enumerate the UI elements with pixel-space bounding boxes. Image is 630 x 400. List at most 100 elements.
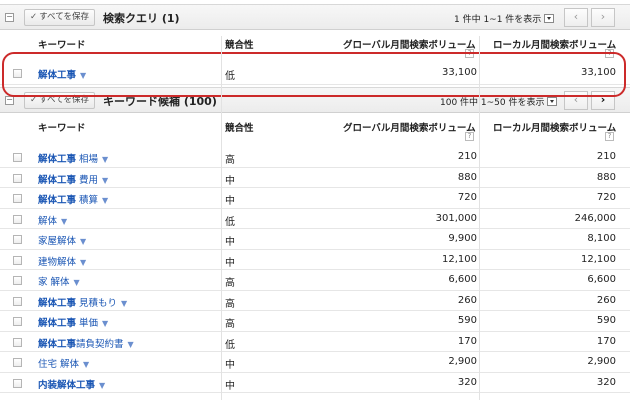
page-size-dropdown[interactable] <box>547 97 558 106</box>
competition-value: 高 <box>225 278 235 289</box>
keyword-link[interactable]: 解体 ▼ <box>38 213 67 227</box>
table-row: 解体工事 見積もり ▼ 高 260 260 <box>0 291 630 311</box>
dropdown-arrow-icon[interactable]: ▼ <box>128 340 134 349</box>
local-volume-value: 246,000 <box>574 212 616 224</box>
dropdown-arrow-icon[interactable]: ▼ <box>74 278 80 287</box>
row-checkbox[interactable] <box>13 235 22 244</box>
keyword-link[interactable]: 家屋解体 ▼ <box>38 233 86 247</box>
competition-value: 高 <box>225 298 235 310</box>
section-title-search-query: 検索クエリ (1) <box>103 12 180 25</box>
ideas-table-header: キーワード 競合性 グローバル月間検索ボリューム ローカル月間検索ボリューム ?… <box>0 118 630 146</box>
column-keyword[interactable]: キーワード <box>38 120 86 134</box>
local-volume-value: 210 <box>596 151 616 162</box>
column-keyword[interactable]: キーワード <box>38 37 86 51</box>
global-volume-value: 880 <box>457 171 477 183</box>
keyword-link[interactable]: 建物解体 ▼ <box>38 254 86 268</box>
local-volume-value: 8,100 <box>587 233 616 244</box>
row-checkbox[interactable] <box>13 378 22 388</box>
local-volume-value: 720 <box>596 192 616 203</box>
table-row: 家 解体 ▼ 高 6,600 6,600 <box>0 270 630 291</box>
global-volume-value: 301,000 <box>435 212 477 224</box>
next-page-button[interactable]: › <box>591 8 615 27</box>
global-volume-value: 9,900 <box>448 233 477 244</box>
row-checkbox[interactable] <box>13 296 22 306</box>
local-volume-value: 2,900 <box>587 356 616 367</box>
dropdown-arrow-icon[interactable]: ▼ <box>121 299 127 308</box>
keyword-link[interactable]: 住宅 解体 ▼ <box>38 356 89 370</box>
keyword-link[interactable]: 解体工事 相場 ▼ <box>38 151 108 165</box>
global-volume-value: 12,100 <box>442 253 477 265</box>
dropdown-arrow-icon[interactable]: ▼ <box>102 176 108 185</box>
row-checkbox[interactable] <box>13 194 22 203</box>
table-row: 解体工事 単価 ▼ 高 590 590 <box>0 311 630 332</box>
local-volume-value: 170 <box>596 335 616 347</box>
keyword-link[interactable]: 内装解体工事 ▼ <box>38 377 105 391</box>
column-competition[interactable]: 競合性 <box>225 120 254 134</box>
page-size-dropdown[interactable] <box>544 14 555 23</box>
column-competition[interactable]: 競合性 <box>225 37 254 51</box>
keyword-link[interactable]: 家 解体 ▼ <box>38 274 80 288</box>
table-row: 解体工事請負契約書 ▼ 低 170 170 <box>0 332 630 352</box>
highlight-box <box>2 52 626 97</box>
table-row: 家屋解体 ▼ 中 9,900 8,100 <box>0 229 630 250</box>
row-checkbox[interactable] <box>13 337 22 347</box>
row-checkbox[interactable] <box>13 214 22 224</box>
row-checkbox[interactable] <box>13 153 22 162</box>
local-volume-value: 590 <box>596 315 616 326</box>
row-checkbox[interactable] <box>13 255 22 265</box>
competition-value: 高 <box>225 319 235 330</box>
row-checkbox[interactable] <box>13 317 22 326</box>
dropdown-arrow-icon[interactable]: ▼ <box>80 258 86 267</box>
table-row: 解体 ▼ 低 301,000 246,000 <box>0 209 630 229</box>
dropdown-arrow-icon[interactable]: ▼ <box>61 217 67 226</box>
dropdown-arrow-icon[interactable]: ▼ <box>102 319 108 328</box>
checkmark-icon: ✓ <box>30 12 38 22</box>
collapse-icon[interactable]: − <box>5 13 14 22</box>
column-divider <box>221 36 222 400</box>
help-icon[interactable]: ? <box>465 132 474 141</box>
local-volume-value: 12,100 <box>581 253 616 265</box>
keyword-link[interactable]: 解体工事 単価 ▼ <box>38 315 108 329</box>
competition-value: 中 <box>225 257 235 269</box>
prev-page-button[interactable]: ‹ <box>564 8 588 27</box>
keyword-link[interactable]: 解体工事 費用 ▼ <box>38 172 108 186</box>
row-checkbox[interactable] <box>13 173 22 183</box>
save-all-button[interactable]: ✓ すべてを保存 <box>24 9 96 26</box>
global-volume-value: 590 <box>457 315 477 326</box>
competition-value: 中 <box>225 380 235 392</box>
dropdown-arrow-icon[interactable]: ▼ <box>99 381 105 390</box>
column-global-volume[interactable]: グローバル月間検索ボリューム <box>343 37 476 51</box>
dropdown-arrow-icon[interactable]: ▼ <box>83 360 89 369</box>
keyword-link[interactable]: 解体工事 見積もり ▼ <box>38 295 127 309</box>
keyword-link[interactable]: 解体工事請負契約書 ▼ <box>38 336 134 350</box>
dropdown-arrow-icon[interactable]: ▼ <box>80 237 86 246</box>
competition-value: 低 <box>225 339 235 351</box>
help-icon[interactable]: ? <box>605 132 614 141</box>
column-local-volume[interactable]: ローカル月間検索ボリューム <box>493 37 616 51</box>
column-global-volume[interactable]: グローバル月間検索ボリューム <box>343 120 476 134</box>
global-volume-value: 320 <box>457 376 477 388</box>
row-checkbox[interactable] <box>13 358 22 367</box>
competition-value: 高 <box>225 155 235 166</box>
column-local-volume[interactable]: ローカル月間検索ボリューム <box>493 120 616 134</box>
competition-value: 中 <box>225 175 235 187</box>
column-divider <box>479 36 480 400</box>
table-row: 解体工事 積算 ▼ 中 720 720 <box>0 188 630 209</box>
keyword-link[interactable]: 解体工事 積算 ▼ <box>38 192 108 206</box>
collapse-icon[interactable]: − <box>5 96 14 105</box>
global-volume-value: 6,600 <box>448 274 477 285</box>
dropdown-arrow-icon[interactable]: ▼ <box>102 196 108 205</box>
global-volume-value: 260 <box>457 294 477 306</box>
global-volume-value: 170 <box>457 335 477 347</box>
competition-value: 中 <box>225 237 235 248</box>
competition-value: 中 <box>225 196 235 207</box>
global-volume-value: 210 <box>457 151 477 162</box>
table-row: 住宅 解体 ▼ 中 2,900 2,900 <box>0 352 630 373</box>
global-volume-value: 720 <box>457 192 477 203</box>
local-volume-value: 6,600 <box>587 274 616 285</box>
table-row: 建物解体 ▼ 中 12,100 12,100 <box>0 250 630 270</box>
table-row: 解体工事 相場 ▼ 高 210 210 <box>0 147 630 168</box>
local-volume-value: 320 <box>596 376 616 388</box>
dropdown-arrow-icon[interactable]: ▼ <box>102 155 108 164</box>
row-checkbox[interactable] <box>13 276 22 285</box>
